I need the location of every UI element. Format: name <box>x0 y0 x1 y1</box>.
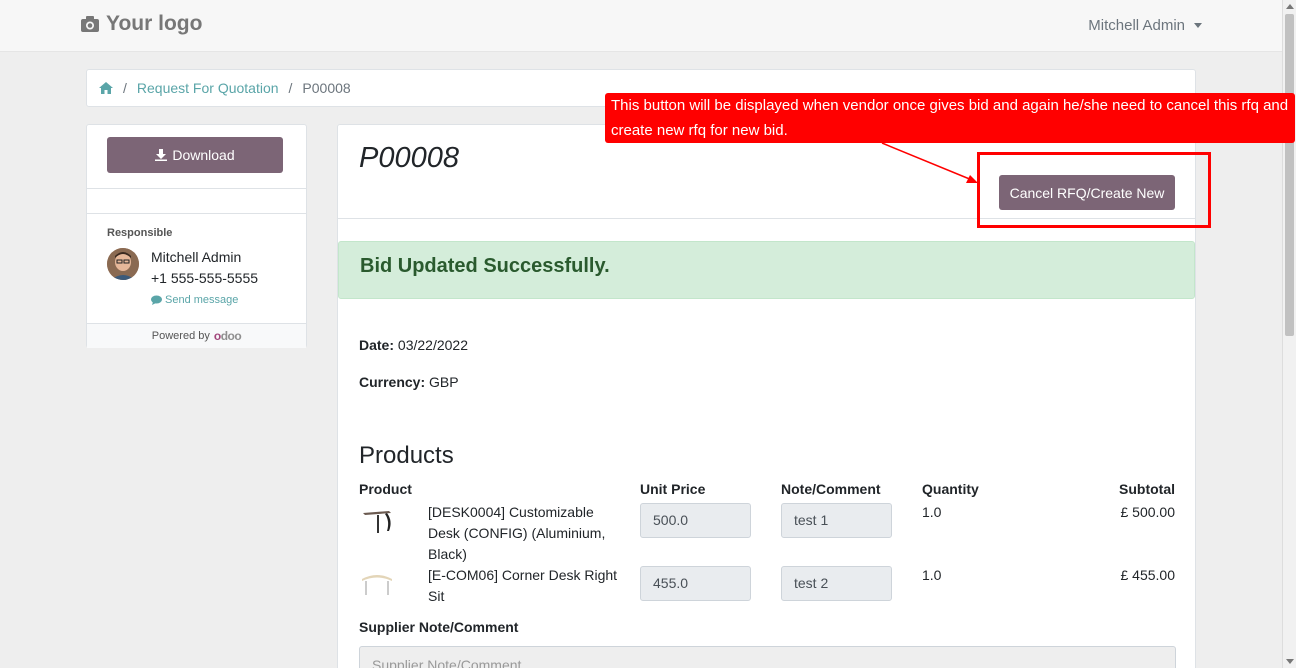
column-header-subtotal: Subtotal <box>1119 481 1175 497</box>
unit-price-input[interactable]: 500.0 <box>640 503 751 538</box>
column-header-note: Note/Comment <box>781 481 881 497</box>
breadcrumb-current: P00008 <box>302 80 351 96</box>
product-name: [E-COM06] Corner Desk Right Sit <box>428 567 618 604</box>
success-alert: Bid Updated Successfully. <box>338 241 1195 299</box>
products-heading: Products <box>359 442 454 469</box>
annotation-callout: This button will be displayed when vendo… <box>605 93 1295 143</box>
divider <box>87 188 306 189</box>
odoo-logo-rest: doo <box>220 329 242 343</box>
top-navbar: Your logo Mitchell Admin <box>0 0 1282 52</box>
breadcrumb-separator: / <box>288 80 293 96</box>
date-value: 03/22/2022 <box>397 337 468 353</box>
user-menu[interactable]: Mitchell Admin <box>1088 17 1202 34</box>
home-icon[interactable] <box>99 82 113 94</box>
powered-by: Powered by odoo <box>87 323 306 348</box>
camera-icon <box>81 16 99 32</box>
product-image-desk <box>363 511 391 533</box>
chevron-down-icon <box>1194 23 1202 28</box>
responsible-label: Responsible <box>107 227 173 239</box>
download-label: Download <box>172 147 235 163</box>
breadcrumb-separator: / <box>123 80 127 96</box>
quantity-value: 1.0 <box>922 567 942 583</box>
subtotal-value: £ 500.00 <box>1120 504 1176 520</box>
currency-label: Currency: <box>359 374 426 390</box>
avatar <box>107 248 139 280</box>
odoo-logo[interactable]: odoo <box>213 329 242 343</box>
avatar-image <box>107 248 139 280</box>
column-header-product: Product <box>359 481 412 497</box>
responsible-phone: +1 555-555-5555 <box>151 270 259 286</box>
annotation-highlight-box <box>977 152 1211 228</box>
scroll-down-arrow-icon[interactable] <box>1286 659 1294 664</box>
product-image-corner-desk <box>362 575 392 595</box>
scroll-thumb[interactable] <box>1285 14 1294 336</box>
scroll-up-arrow-icon[interactable] <box>1286 4 1294 9</box>
responsible-name: Mitchell Admin <box>151 249 242 265</box>
send-message-label: Send message <box>165 294 239 306</box>
column-header-quantity: Quantity <box>922 481 979 497</box>
supplier-note-label: Supplier Note/Comment <box>359 619 519 635</box>
breadcrumb-rfq-link[interactable]: Request For Quotation <box>137 80 279 96</box>
supplier-note-input[interactable]: Supplier Note/Comment...... <box>359 646 1176 668</box>
sidebar-card: Download Responsible Mitchell Admin +1 5… <box>86 124 307 348</box>
currency-field: Currency: GBP <box>359 374 459 390</box>
column-header-unit-price: Unit Price <box>640 481 706 497</box>
odoo-logo-o: o <box>213 329 221 343</box>
note-input[interactable]: test 1 <box>781 503 892 538</box>
divider <box>87 213 306 214</box>
download-button[interactable]: Download <box>107 137 283 173</box>
user-name: Mitchell Admin <box>1088 17 1185 34</box>
unit-price-input[interactable]: 455.0 <box>640 566 751 601</box>
page-title: P00008 <box>359 142 459 174</box>
powered-by-label: Powered by <box>151 330 210 342</box>
date-label: Date: <box>359 337 395 353</box>
comment-icon <box>151 295 162 305</box>
download-icon <box>155 149 168 161</box>
subtotal-value: £ 455.00 <box>1120 567 1176 583</box>
currency-value: GBP <box>429 374 459 390</box>
product-name: [DESK0004] Customizable Desk (CONFIG) (A… <box>428 504 606 562</box>
site-logo[interactable]: Your logo <box>80 12 202 36</box>
quantity-value: 1.0 <box>922 504 942 520</box>
note-input[interactable]: test 2 <box>781 566 892 601</box>
logo-text: Your logo <box>106 12 203 35</box>
date-field: Date: 03/22/2022 <box>359 337 468 353</box>
send-message-link[interactable]: Send message <box>151 294 238 306</box>
